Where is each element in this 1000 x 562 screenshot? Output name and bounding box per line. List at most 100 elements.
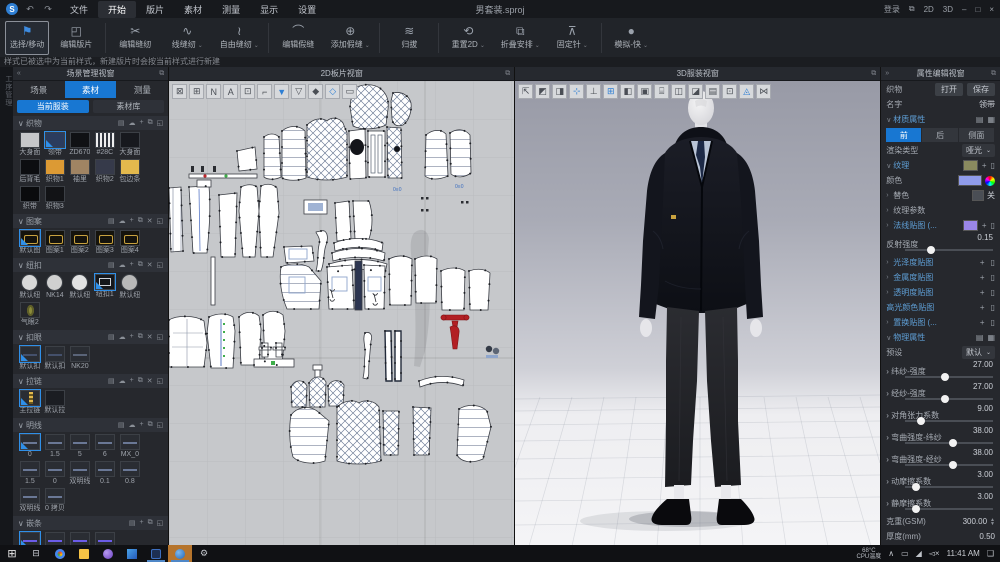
section-action-icon[interactable]: + [140,421,144,429]
toggle-3d-button[interactable]: 3D [943,5,953,14]
swatch-thumbnail[interactable] [120,132,140,148]
clock[interactable]: 11:41 AM [947,549,980,558]
pattern-point[interactable] [400,129,402,131]
pattern-point[interactable] [415,291,417,293]
pattern-point[interactable] [277,311,279,313]
pattern-point[interactable] [484,269,486,271]
pattern-point[interactable] [238,166,240,168]
texture-swatch[interactable] [963,160,978,171]
swatch-thumbnail[interactable] [45,186,65,202]
text-tool-icon[interactable]: N [206,84,221,99]
织物-item[interactable]: 织物3 [43,186,67,211]
织物-item[interactable]: 领带 [43,132,67,157]
pattern-point[interactable] [218,194,220,196]
pattern-point[interactable] [364,366,366,368]
app-logo-icon[interactable]: S [6,3,18,15]
line-thumbnail[interactable] [20,532,40,545]
pattern-point[interactable] [325,456,327,458]
pattern-point[interactable] [260,247,262,249]
嵌条-item[interactable]: 默认嵌 [68,532,92,545]
pattern-point[interactable] [349,105,351,107]
expand-caret-icon[interactable]: › [886,289,893,296]
line-thumbnail[interactable] [45,532,65,545]
拉链-item[interactable]: 默认拉 [43,390,67,415]
pattern-point[interactable] [260,338,262,340]
line-thumbnail[interactable] [70,434,90,450]
pattern-point[interactable] [260,323,262,325]
pattern-point[interactable] [389,304,391,306]
pattern-point[interactable] [411,264,413,266]
pattern-point[interactable] [394,362,396,364]
pattern-point[interactable] [283,323,285,325]
织物-item[interactable]: ZD670 [68,132,92,157]
pattern-point[interactable] [362,238,364,240]
明线-item[interactable]: 0.8 [118,461,142,486]
section-action-icon[interactable]: ⧉ [138,217,143,225]
pattern-point[interactable] [367,400,369,402]
pattern-point[interactable] [401,177,403,179]
pattern-point[interactable] [405,122,407,124]
pattern-point[interactable] [328,400,330,402]
add-map-icon[interactable]: + [980,258,985,267]
织物-item[interactable]: 大身面 [18,132,42,157]
pattern-point[interactable] [469,287,471,289]
pattern-point[interactable] [310,308,312,310]
pattern-point[interactable] [450,147,452,149]
pattern-point[interactable] [364,296,366,298]
pattern-point[interactable] [401,161,403,163]
hidden-icons-chevron[interactable]: ∧ [888,549,894,558]
pattern-point[interactable] [182,235,184,237]
pattern-point[interactable] [281,354,283,356]
ribbon-编辑缝纫[interactable]: ✂编辑缝纫 [110,21,160,55]
pattern-point[interactable] [220,241,222,243]
pattern-point[interactable] [404,304,406,306]
expand-caret-icon[interactable]: ∨ [886,116,893,124]
ribbon-重置2D[interactable]: ⟲重置2D⌄ [443,21,493,55]
pattern-point[interactable] [236,206,238,208]
pattern-point[interactable] [449,132,451,134]
pattern-point[interactable] [383,427,385,429]
section-action-icon[interactable]: ☁ [119,261,126,269]
pattern-point[interactable] [306,140,308,142]
pattern-point[interactable] [455,267,457,269]
pattern-point[interactable] [470,461,472,463]
section-action-icon[interactable]: ◱ [157,261,164,269]
popout-icon[interactable]: ⧉ [991,70,996,78]
taskbar-app-blue[interactable] [120,545,144,562]
ribbon-编辑版片[interactable]: ◰编辑版片 [51,21,101,55]
expand-caret-icon[interactable]: › [886,259,893,266]
pattern-point[interactable] [207,248,209,250]
pattern-point[interactable] [297,459,299,461]
slider-knob[interactable] [927,246,935,254]
pattern-point[interactable] [412,406,414,408]
pattern-point[interactable] [349,238,351,240]
slider-knob[interactable] [949,439,957,447]
slider-knob[interactable] [941,395,949,403]
pattern-point[interactable] [349,216,351,218]
section-header-纽扣[interactable]: ∨ 纽扣▤☁+⧉✕◱ [13,258,168,272]
section-header-明线[interactable]: ∨ 明线▤☁+⧉◱ [13,418,168,432]
pattern-point[interactable] [384,176,386,178]
明线-item[interactable]: MX_0 [118,434,142,459]
pattern-point[interactable] [275,186,277,188]
pattern-point[interactable] [382,410,384,412]
pattern-point[interactable] [457,439,459,441]
pattern-point[interactable] [206,332,208,334]
section-action-icon[interactable]: ⧉ [148,119,153,127]
pattern-point[interactable] [441,286,443,288]
delete-icon[interactable]: ▯ [991,221,995,230]
pattern-point[interactable] [328,263,330,265]
mannequin-render[interactable] [515,81,880,545]
pattern-point[interactable] [266,256,268,258]
dropdown-caret-icon[interactable]: ⌄ [365,43,370,49]
avatar-tape-icon[interactable]: ⊥ [586,84,601,99]
pattern-point[interactable] [429,437,431,439]
save-icon[interactable]: ▦ [987,333,995,342]
box-select-icon[interactable]: ⊠ [172,84,187,99]
pattern-point[interactable] [378,126,380,128]
board-tool-icon[interactable]: ▭ [342,84,357,99]
section-action-icon[interactable]: ✕ [147,217,153,225]
pattern-point[interactable] [456,454,458,456]
pattern-point[interactable] [400,372,402,374]
menu-开始[interactable]: 开始 [98,1,136,18]
